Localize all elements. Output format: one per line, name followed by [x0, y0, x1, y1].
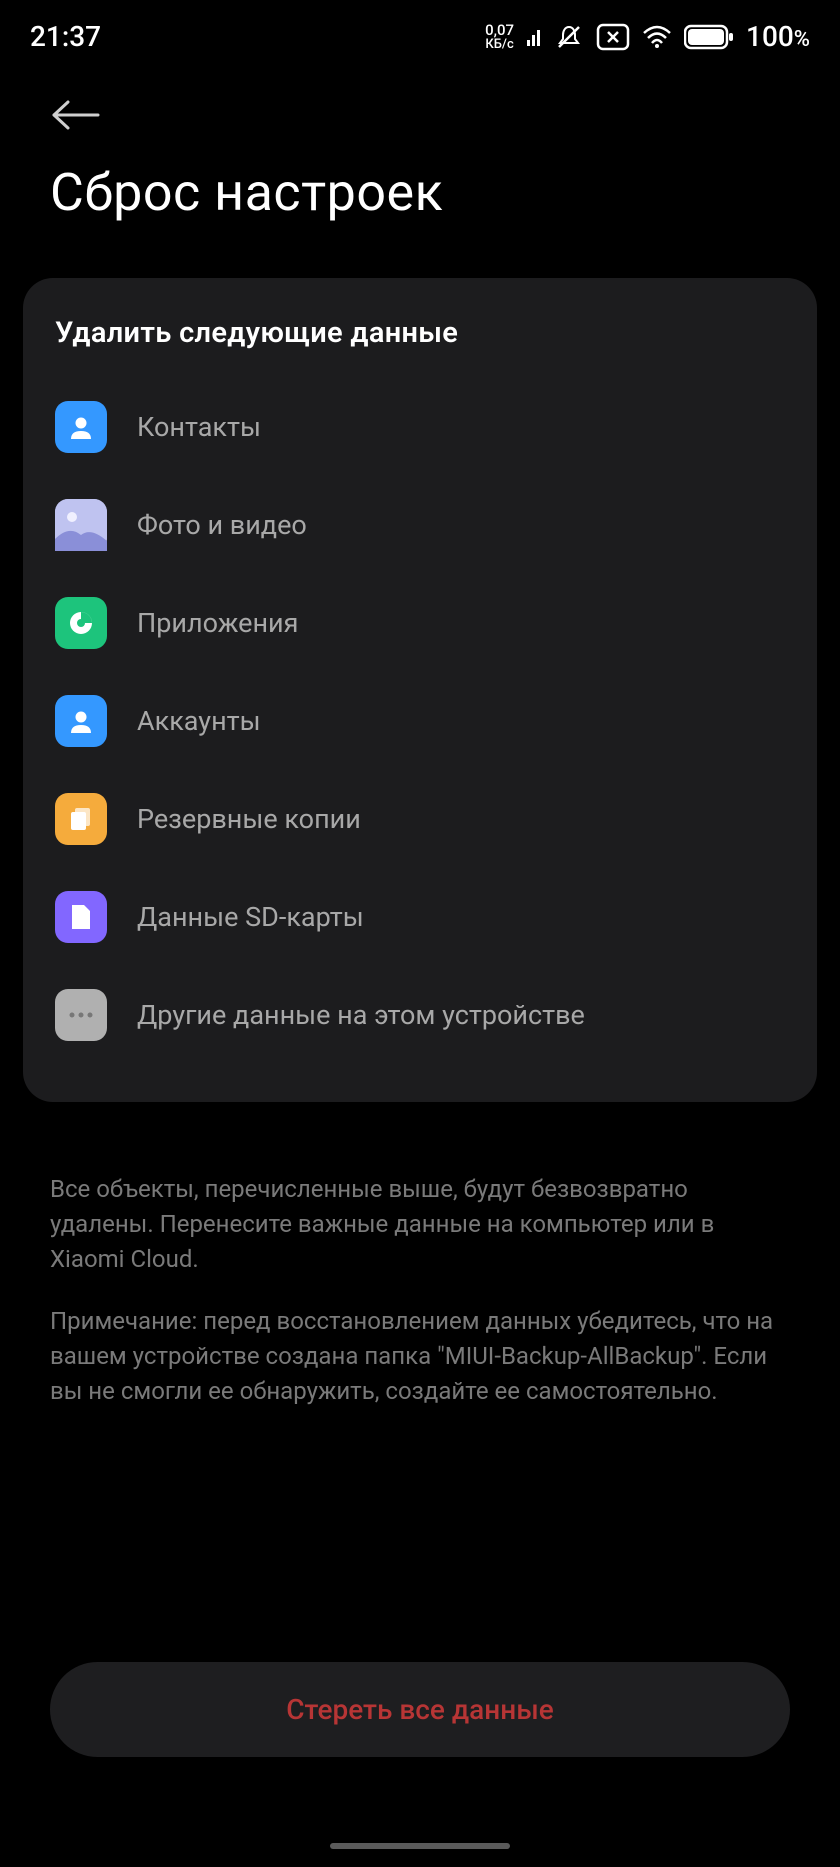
list-item-backups: Резервные копии: [55, 770, 785, 868]
list-item-label: Другие данные на этом устройстве: [137, 999, 585, 1031]
list-item-label: Аккаунты: [137, 705, 261, 737]
contact-icon: [55, 401, 107, 453]
status-time: 21:37: [30, 20, 101, 53]
page-title: Сброс настроек: [0, 142, 840, 263]
battery-text: 100%: [746, 20, 810, 53]
wifi-icon: [642, 25, 672, 49]
list-item-photos: Фото и видео: [55, 476, 785, 574]
card-title: Удалить следующие данные: [55, 316, 785, 350]
list-item-label: Контакты: [137, 411, 261, 443]
erase-all-button[interactable]: Стереть все данные: [50, 1662, 790, 1757]
list-item-label: Приложения: [137, 607, 298, 639]
info-section: Все объекты, перечисленные выше, будут б…: [0, 1117, 840, 1457]
mute-icon: [554, 22, 584, 52]
list-item-label: Резервные копии: [137, 803, 361, 835]
sdcard-icon: [55, 891, 107, 943]
list-item-contacts: Контакты: [55, 378, 785, 476]
signal-icon: [526, 26, 542, 48]
battery-icon: [684, 24, 734, 50]
sim-error-icon: [596, 23, 630, 51]
gesture-bar[interactable]: [330, 1843, 510, 1849]
list-item-other: Другие данные на этом устройстве: [55, 966, 785, 1064]
status-right: 0,07 КБ/с: [485, 20, 810, 53]
info-text-1: Все объекты, перечисленные выше, будут б…: [50, 1172, 790, 1276]
back-button[interactable]: [0, 63, 840, 142]
list-item-accounts: Аккаунты: [55, 672, 785, 770]
status-bar: 21:37 0,07 КБ/с: [0, 0, 840, 63]
account-icon: [55, 695, 107, 747]
list-item-label: Фото и видео: [137, 509, 307, 541]
list-item-label: Данные SD-карты: [137, 901, 364, 933]
network-speed: 0,07 КБ/с: [485, 23, 514, 51]
photo-icon: [55, 499, 107, 551]
list-item-sdcard: Данные SD-карты: [55, 868, 785, 966]
backup-icon: [55, 793, 107, 845]
apps-icon: [55, 597, 107, 649]
list-item-apps: Приложения: [55, 574, 785, 672]
more-icon: [55, 989, 107, 1041]
data-list-card: Удалить следующие данные Контакты Фото и…: [23, 278, 817, 1102]
info-text-2: Примечание: перед восстановлением данных…: [50, 1304, 790, 1408]
